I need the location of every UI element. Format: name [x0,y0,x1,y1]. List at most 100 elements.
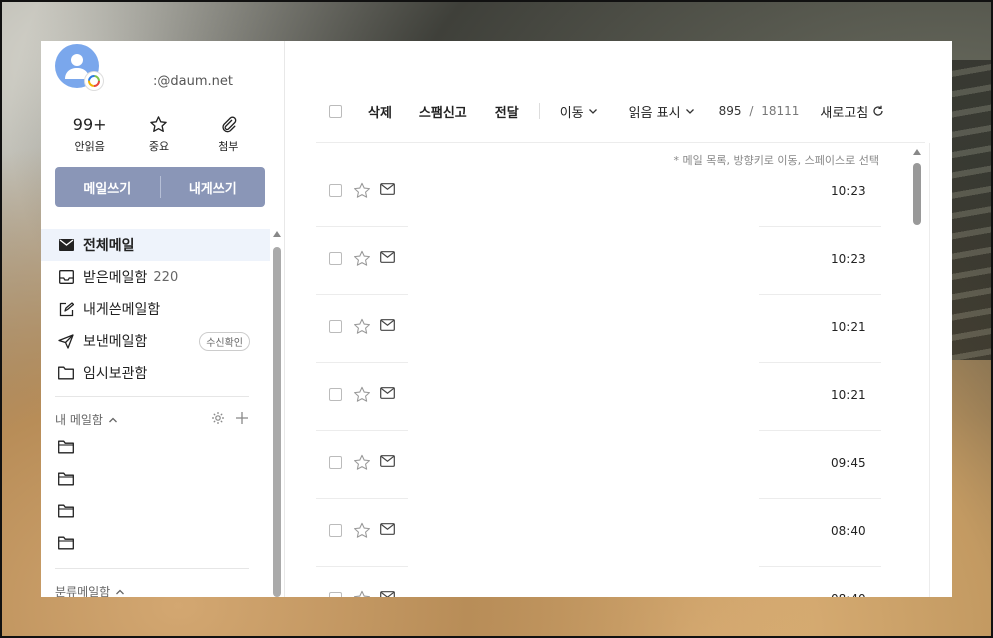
read-receipt-chip[interactable]: 수신확인 [199,332,250,351]
custom-folder-2[interactable] [58,471,78,487]
mail-row[interactable]: 10:23 [316,159,881,227]
spam-report-button[interactable]: 스팸신고 [419,102,467,121]
unread-count: 99+ [72,114,107,134]
category-mailbox-label: 분류메일함 [55,585,111,597]
mail-app-window: :@daum.net 99+ 안읽음 중요 첨부 메일쓰기 내게쓰기 전체메일 … [41,41,952,597]
mail-row-checkbox[interactable] [329,184,342,197]
select-all-checkbox[interactable] [329,104,342,118]
nav-drafts[interactable]: 임시보관함 [41,357,270,389]
star-icon[interactable] [353,454,371,471]
counter-slash: / [749,104,754,118]
sidebar-divider [55,396,249,397]
mark-read-label: 읽음 표시 [628,105,681,121]
mail-list: 10:23 10:23 10:21 10:21 09:45 08:40 [316,159,881,597]
mail-row-checkbox[interactable] [329,592,342,597]
custom-folder-4[interactable] [58,535,78,551]
envelope-icon [380,591,395,597]
mail-list-scrollbar[interactable] [913,149,921,597]
envelope-icon [380,523,395,535]
compose-group: 메일쓰기 내게쓰기 [55,167,265,207]
inbox-count: 220 [153,269,179,285]
mail-row[interactable]: 08:40 [316,499,881,567]
chevron-up-icon [109,417,117,422]
total-counter: 18111 [761,104,800,118]
mail-time: 08:40 [831,524,866,538]
sidebar-divider [55,568,249,569]
unread-counter: 895 [718,104,742,118]
nav-self-mail[interactable]: 내게쓴메일함 [41,293,270,325]
nav-inbox[interactable]: 받은메일함 220 [41,261,270,293]
inbox-icon [58,270,74,284]
star-icon[interactable] [353,318,371,335]
nav-sent-label: 보낸메일함 [83,334,148,350]
nav-all-mail-label: 전체메일 [83,238,135,254]
mail-row[interactable]: 10:23 [316,227,881,295]
mail-time: 09:45 [831,456,866,470]
envelope-icon [380,387,395,399]
important-filter[interactable]: 중요 [124,113,193,154]
nav-sent[interactable]: 보낸메일함 수신확인 [41,325,270,357]
mail-time: 08:40 [831,592,866,597]
sidebar-scroll-thumb[interactable] [273,247,281,597]
star-icon[interactable] [353,522,371,539]
mail-list-scroll-thumb[interactable] [913,163,921,225]
mail-row-checkbox[interactable] [329,524,342,537]
mail-counter: 895 / 18111 [719,104,800,118]
custom-folder-1[interactable] [58,439,78,455]
mail-time: 10:21 [831,388,866,402]
sidebar-scrollbar[interactable] [272,231,282,597]
my-mailbox-header[interactable]: 내 메일함 [55,411,118,428]
envelope-icon [380,251,395,263]
nav-self-mail-label: 내게쓴메일함 [83,302,161,318]
folder-icon [58,472,74,486]
attachment-filter[interactable]: 첨부 [194,113,263,154]
mail-row-checkbox[interactable] [329,252,342,265]
mark-read-dropdown[interactable]: 읽음 표시 [629,102,695,121]
star-icon[interactable] [353,386,371,403]
move-dropdown[interactable]: 이동 [560,102,598,121]
attachment-label: 첨부 [218,140,239,153]
mail-row-checkbox[interactable] [329,320,342,333]
folder-icon [58,536,74,550]
scroll-up-arrow-icon[interactable] [913,149,921,155]
delete-button[interactable]: 삭제 [368,102,392,121]
refresh-button[interactable]: 새로고침 [820,102,884,121]
unread-label: 안읽음 [74,140,105,153]
mail-row[interactable]: 09:45 [316,431,881,499]
nav-inbox-label: 받은메일함 [83,270,148,286]
folder-icon [58,504,74,518]
refresh-icon [873,105,883,116]
important-label: 중요 [148,140,170,153]
star-icon[interactable] [353,182,371,199]
star-icon[interactable] [353,250,371,267]
toolbar-divider-line [316,142,925,143]
mail-row[interactable]: 10:21 [316,363,881,431]
category-mailbox-header[interactable]: 분류메일함 [55,583,125,597]
pane-divider [929,143,930,597]
chevron-up-icon [116,589,125,594]
plus-icon[interactable] [235,411,249,425]
mail-row[interactable]: 10:21 [316,295,881,363]
scroll-up-arrow-icon[interactable] [273,231,281,237]
folder-icon [58,440,74,454]
write-to-self-button[interactable]: 내게쓰기 [161,178,266,197]
custom-folder-3[interactable] [58,503,78,519]
mail-toolbar: 삭제 스팸신고 전달 이동 읽음 표시 895 / 18111 새로고침 [329,97,909,125]
toolbar-divider [538,103,540,119]
mail-row-checkbox[interactable] [329,388,342,401]
mail-list-pane: 삭제 스팸신고 전달 이동 읽음 표시 895 / 18111 새로고침 * 메… [285,41,952,597]
avatar[interactable] [55,44,103,90]
forward-button[interactable]: 전달 [495,102,519,121]
envelope-icon [380,455,395,467]
unread-filter[interactable]: 99+ 안읽음 [55,113,124,154]
move-label: 이동 [559,105,584,121]
daum-badge-icon [85,72,103,90]
compose-button[interactable]: 메일쓰기 [55,178,160,197]
mail-row-checkbox[interactable] [329,456,342,469]
nav-all-mail[interactable]: 전체메일 [41,229,270,261]
star-icon[interactable] [353,590,371,597]
refresh-label: 새로고침 [820,105,869,121]
mail-row[interactable]: 08:40 [316,567,880,597]
quick-filters: 99+ 안읽음 중요 첨부 [55,113,263,154]
gear-icon[interactable] [211,411,225,425]
